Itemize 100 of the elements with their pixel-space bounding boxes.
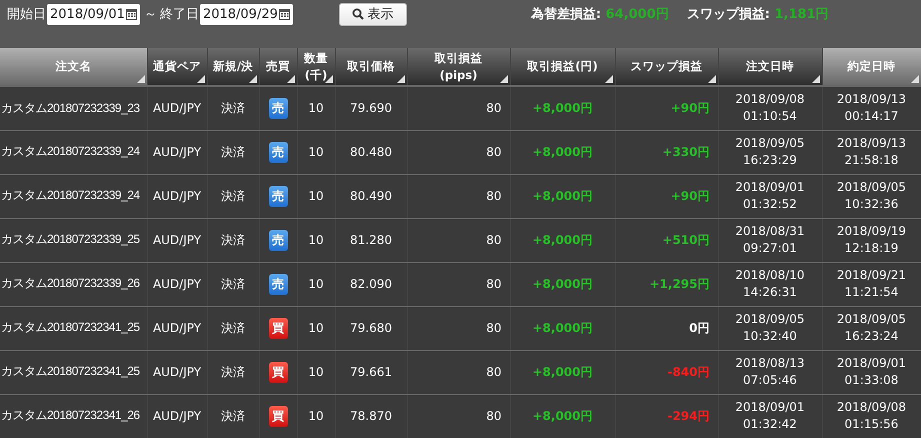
table-cell: AUD/JPY: [147, 350, 207, 394]
sort-icon[interactable]: [248, 75, 256, 83]
sort-icon[interactable]: [604, 75, 612, 83]
sort-icon[interactable]: [286, 75, 294, 83]
table-cell: 決済: [207, 130, 259, 174]
order-name: カスタム201807232339_24: [0, 130, 147, 174]
table-cell: 80.490: [335, 174, 407, 218]
table-cell: 2018/09/05 16:23:24: [822, 306, 921, 350]
end-date-field[interactable]: 2018/09/29: [200, 4, 293, 24]
table-cell: 決済: [207, 394, 259, 438]
summary-label: 為替差損益:: [530, 7, 602, 22]
table-cell: 2018/09/05 10:32:36: [822, 174, 921, 218]
order-name: カスタム201807232339_23: [0, 86, 147, 130]
table-cell: 82.090: [335, 262, 407, 306]
table-cell: +8,000円: [510, 350, 615, 394]
table-cell: 決済: [207, 306, 259, 350]
table-cell: 決済: [207, 262, 259, 306]
column-header[interactable]: スワップ損益: [615, 48, 718, 86]
table-cell: +8,000円: [510, 218, 615, 262]
side-badge: 買: [268, 362, 288, 382]
table-cell: 2018/09/13 21:58:18: [822, 130, 921, 174]
range-separator: ～: [144, 6, 157, 23]
table-cell: 0円: [615, 306, 718, 350]
table-cell: 10: [297, 130, 335, 174]
column-header[interactable]: 取引損益 (pips): [407, 48, 510, 86]
show-button[interactable]: 表示: [338, 2, 407, 26]
table-cell: AUD/JPY: [147, 306, 207, 350]
table-cell: 2018/09/13 00:14:17: [822, 86, 921, 130]
table-cell: +8,000円: [510, 174, 615, 218]
table-cell: 10: [297, 394, 335, 438]
table-cell: 80: [407, 86, 510, 130]
table-cell: 2018/09/19 12:18:19: [822, 218, 921, 262]
calendar-icon[interactable]: [278, 8, 290, 20]
order-name: カスタム201807232341_25: [0, 306, 147, 350]
table-cell: 2018/08/31 09:27:01: [718, 218, 822, 262]
table-cell: 79.661: [335, 350, 407, 394]
table-cell: 80: [407, 350, 510, 394]
table-cell: 2018/08/10 14:26:31: [718, 262, 822, 306]
sort-icon[interactable]: [396, 75, 404, 83]
column-header[interactable]: 売買: [259, 48, 297, 86]
sort-icon[interactable]: [708, 75, 716, 83]
side-badge: 売: [268, 142, 288, 162]
order-name: カスタム201807232341_25: [0, 350, 147, 394]
column-header[interactable]: 注文日時: [718, 48, 822, 86]
table-cell: AUD/JPY: [147, 86, 207, 130]
table-cell: +8,000円: [510, 262, 615, 306]
side-badge: 売: [268, 98, 288, 119]
table-cell: 2018/09/05 16:23:29: [718, 130, 822, 174]
column-header[interactable]: 取引価格: [335, 48, 407, 86]
side-badge: 買: [268, 406, 288, 426]
table-cell: 10: [297, 86, 335, 130]
table-cell: 2018/09/01 01:32:42: [718, 394, 822, 438]
sort-icon[interactable]: [812, 75, 820, 83]
search-icon: [352, 8, 364, 20]
table-cell: 80: [407, 262, 510, 306]
summary-value: 64,000円: [606, 7, 669, 22]
summary-value: 1,181円: [774, 7, 829, 22]
table-cell: 78.870: [335, 394, 407, 438]
table-cell: -840円: [615, 350, 718, 394]
side-badge: 買: [268, 318, 288, 338]
column-header[interactable]: 取引損益(円): [510, 48, 615, 86]
order-name: カスタム201807232341_26: [0, 394, 147, 438]
column-header[interactable]: 通貨ペア: [147, 48, 207, 86]
table-cell: +8,000円: [510, 130, 615, 174]
table-cell: 80: [407, 306, 510, 350]
sort-icon[interactable]: [500, 75, 508, 83]
table-cell: 80: [407, 174, 510, 218]
table-cell: +90円: [615, 174, 718, 218]
table-cell: 80: [407, 130, 510, 174]
start-date-field[interactable]: 2018/09/01: [47, 4, 140, 24]
sort-icon[interactable]: [324, 75, 332, 83]
table-cell: 10: [297, 218, 335, 262]
calendar-icon[interactable]: [126, 8, 137, 20]
sort-icon[interactable]: [196, 75, 204, 83]
table-cell: 10: [297, 306, 335, 350]
table-cell: 80.480: [335, 130, 407, 174]
table-cell: +330円: [615, 130, 718, 174]
order-name: カスタム201807232339_24: [0, 174, 147, 218]
side-badge: 売: [268, 230, 288, 250]
table-cell: 2018/09/08 01:10:54: [718, 86, 822, 130]
column-header[interactable]: 新規/決: [207, 48, 259, 86]
table-cell: +8,000円: [510, 394, 615, 438]
table-cell: 10: [297, 350, 335, 394]
order-name: カスタム201807232339_26: [0, 262, 147, 306]
column-header[interactable]: 数量 (千): [297, 48, 335, 86]
table-cell: 2018/09/01 01:33:08: [822, 350, 921, 394]
table-cell: 80: [407, 218, 510, 262]
table-cell: AUD/JPY: [147, 218, 207, 262]
table-cell: 決済: [207, 218, 259, 262]
table-cell: 79.690: [335, 86, 407, 130]
table-cell: 79.680: [335, 306, 407, 350]
table-cell: 2018/09/21 11:21:54: [822, 262, 921, 306]
table-cell: AUD/JPY: [147, 174, 207, 218]
table-cell: AUD/JPY: [147, 130, 207, 174]
table-cell: 決済: [207, 86, 259, 130]
side-badge: 売: [268, 274, 288, 294]
end-date-label: 終了日: [160, 6, 199, 23]
table-cell: +1,295円: [615, 262, 718, 306]
table-cell: +510円: [615, 218, 718, 262]
table-cell: 10: [297, 174, 335, 218]
